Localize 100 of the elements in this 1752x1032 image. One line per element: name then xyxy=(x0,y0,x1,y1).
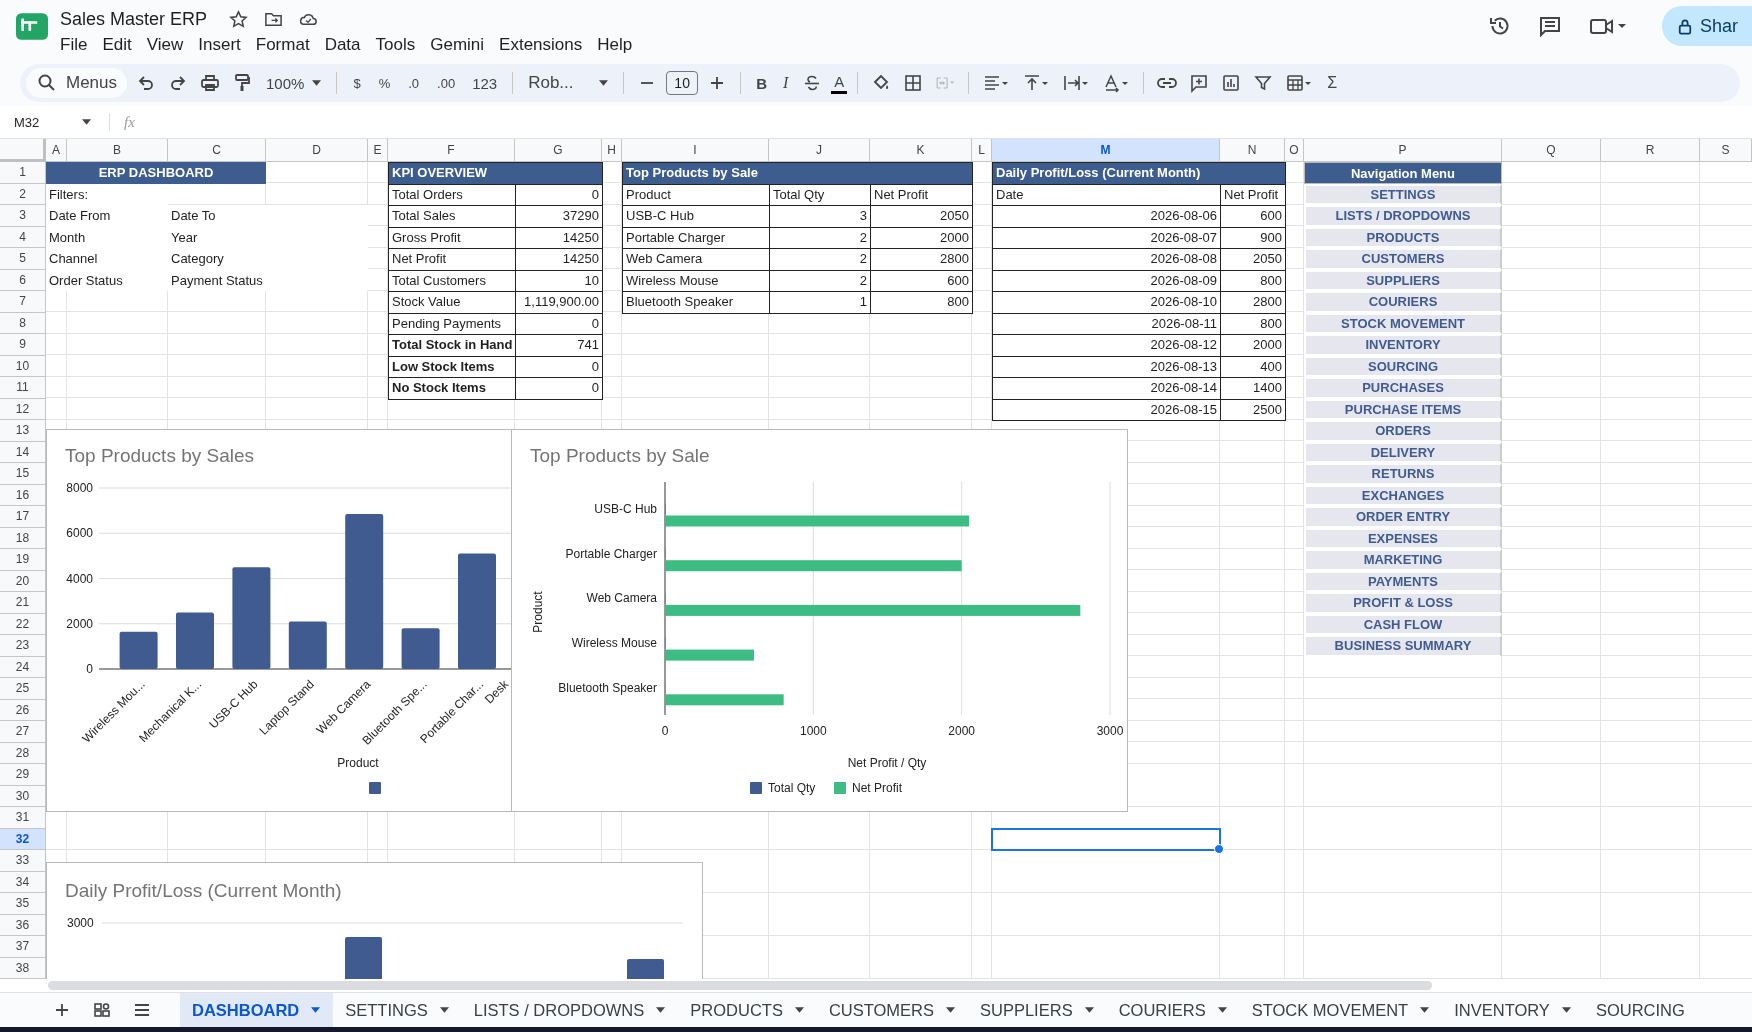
row-header[interactable]: 17 xyxy=(0,506,46,528)
row-header[interactable]: 31 xyxy=(0,807,46,829)
sheet-tab[interactable]: INVENTORY xyxy=(1442,993,1584,1027)
row-header[interactable]: 19 xyxy=(0,549,46,571)
navigation-link[interactable]: STOCK MOVEMENT xyxy=(1304,312,1502,334)
column-header[interactable]: K xyxy=(870,139,972,162)
menu-item[interactable]: Gemini xyxy=(430,34,493,55)
navigation-link[interactable]: CASH FLOW xyxy=(1304,613,1502,635)
menu-item[interactable]: View xyxy=(146,34,192,55)
row-header[interactable]: 5 xyxy=(0,248,46,270)
navigation-link[interactable]: DELIVERY xyxy=(1304,441,1502,463)
decrease-decimal-button[interactable]: .0 xyxy=(402,69,426,97)
row-header[interactable]: 6 xyxy=(0,269,46,291)
row-header[interactable]: 18 xyxy=(0,527,46,549)
menu-item[interactable]: Insert xyxy=(198,34,249,55)
sheet-tab[interactable]: STOCK MOVEMENT xyxy=(1239,993,1443,1027)
row-header[interactable]: 25 xyxy=(0,678,46,700)
navigation-link[interactable]: PROFIT & LOSS xyxy=(1304,592,1502,614)
sheet-tab[interactable]: CUSTOMERS xyxy=(816,993,968,1027)
row-header[interactable]: 4 xyxy=(0,226,46,248)
navigation-link[interactable]: PURCHASES xyxy=(1304,377,1502,399)
column-header[interactable]: N xyxy=(1220,139,1285,162)
chart-bar[interactable] xyxy=(345,514,384,669)
menu-item[interactable]: File xyxy=(60,34,96,55)
row-header[interactable]: 38 xyxy=(0,957,46,979)
navigation-link[interactable]: MARKETING xyxy=(1304,549,1502,571)
chart-bar[interactable] xyxy=(119,631,158,669)
chart-bar[interactable] xyxy=(401,628,440,669)
column-header[interactable]: H xyxy=(602,139,622,162)
column-header[interactable]: R xyxy=(1601,139,1700,162)
sheet-tab[interactable]: PRODUCTS xyxy=(678,993,817,1027)
row-header[interactable]: 13 xyxy=(0,420,46,442)
row-header[interactable]: 30 xyxy=(0,785,46,807)
row-header[interactable]: 37 xyxy=(0,936,46,958)
functions-button[interactable]: Σ xyxy=(1322,69,1343,97)
row-header[interactable]: 33 xyxy=(0,850,46,872)
menu-item[interactable]: Tools xyxy=(375,34,424,55)
zoom-dropdown[interactable]: 100% xyxy=(261,69,327,97)
row-header[interactable]: 20 xyxy=(0,570,46,592)
row-header[interactable]: 3 xyxy=(0,205,46,227)
chart-bar[interactable] xyxy=(232,567,271,669)
bold-button[interactable]: B xyxy=(751,69,772,97)
star-icon[interactable] xyxy=(229,9,249,29)
document-title[interactable]: Sales Master ERP xyxy=(60,8,208,30)
caret-icon[interactable] xyxy=(82,119,91,125)
row-header[interactable]: 16 xyxy=(0,484,46,506)
navigation-link[interactable]: PURCHASE ITEMS xyxy=(1304,398,1502,420)
text-color-button[interactable]: A xyxy=(831,72,848,94)
column-header[interactable]: L xyxy=(972,139,992,162)
row-header[interactable]: 24 xyxy=(0,656,46,678)
sheet-tab[interactable]: SETTINGS xyxy=(333,993,462,1027)
row-header[interactable]: 11 xyxy=(0,377,46,399)
row-header[interactable]: 26 xyxy=(0,699,46,721)
row-header[interactable]: 36 xyxy=(0,914,46,936)
navigation-link[interactable]: INVENTORY xyxy=(1304,334,1502,356)
navigation-link[interactable]: SUPPLIERS xyxy=(1304,269,1502,291)
menu-item[interactable]: Extensions xyxy=(499,34,591,55)
navigation-link[interactable]: EXPENSES xyxy=(1304,527,1502,549)
column-header[interactable]: S xyxy=(1700,139,1752,162)
row-header[interactable]: 28 xyxy=(0,742,46,764)
row-header[interactable]: 2 xyxy=(0,183,46,205)
sheet-tab[interactable]: SOURCING xyxy=(1583,993,1698,1027)
chart-bar[interactable] xyxy=(288,621,327,669)
menu-item[interactable]: Format xyxy=(255,34,318,55)
comment-icon[interactable] xyxy=(1538,14,1562,38)
percent-format-button[interactable]: % xyxy=(372,69,397,97)
row-header[interactable]: 27 xyxy=(0,721,46,743)
row-header[interactable]: 1 xyxy=(0,162,46,184)
navigation-link[interactable]: RETURNS xyxy=(1304,463,1502,485)
column-header[interactable]: G xyxy=(515,139,602,162)
row-header[interactable]: 35 xyxy=(0,893,46,915)
fill-handle[interactable] xyxy=(1214,844,1224,854)
column-header[interactable]: D xyxy=(266,139,368,162)
sheet-tab[interactable]: SUPPLIERS xyxy=(968,993,1107,1027)
navigation-link[interactable]: BUSINESS SUMMARY xyxy=(1304,635,1502,657)
cell-reference-box[interactable]: M32 xyxy=(14,114,74,130)
font-size-field[interactable]: 10 xyxy=(666,71,699,95)
column-header[interactable]: Q xyxy=(1502,139,1601,162)
font-dropdown[interactable]: Rob... xyxy=(523,69,614,97)
navigation-link[interactable]: CUSTOMERS xyxy=(1304,248,1502,270)
column-header[interactable]: J xyxy=(769,139,870,162)
row-header[interactable]: 15 xyxy=(0,463,46,485)
navigation-link[interactable]: ORDER ENTRY xyxy=(1304,506,1502,528)
column-header[interactable]: F xyxy=(388,139,515,162)
column-header[interactable]: C xyxy=(168,139,266,162)
sheet-tab[interactable]: DASHBOARD xyxy=(180,993,334,1027)
navigation-link[interactable]: PAYMENTS xyxy=(1304,570,1502,592)
row-header[interactable]: 21 xyxy=(0,592,46,614)
navigation-link[interactable]: LISTS / DROPDOWNS xyxy=(1304,205,1502,227)
column-header[interactable]: O xyxy=(1285,139,1304,162)
horizontal-scrollbar[interactable] xyxy=(48,981,1432,990)
column-header[interactable]: A xyxy=(46,139,67,162)
row-header[interactable]: 34 xyxy=(0,871,46,893)
column-header[interactable]: I xyxy=(622,139,769,162)
row-header[interactable]: 12 xyxy=(0,398,46,420)
navigation-link[interactable]: EXCHANGES xyxy=(1304,484,1502,506)
row-header[interactable]: 14 xyxy=(0,441,46,463)
column-header[interactable]: M xyxy=(992,139,1220,162)
currency-format-button[interactable]: $ xyxy=(347,69,367,97)
row-header[interactable]: 10 xyxy=(0,355,46,377)
